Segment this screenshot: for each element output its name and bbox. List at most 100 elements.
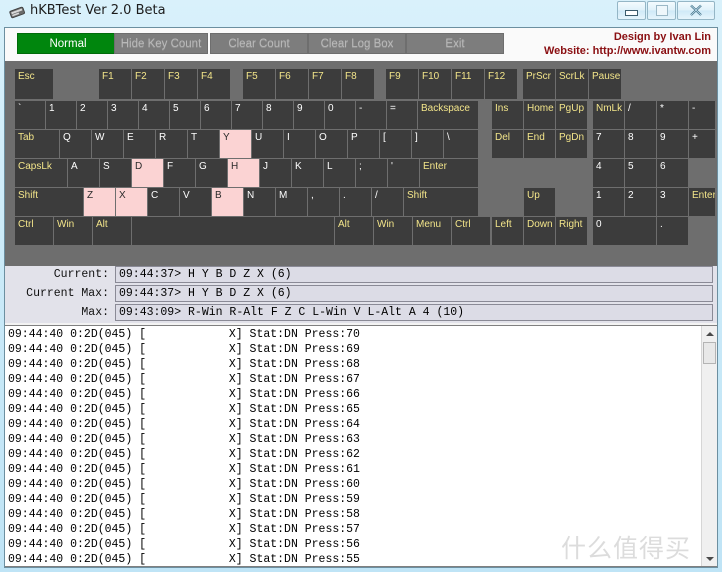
key-k[interactable]: K	[292, 159, 323, 187]
key-z[interactable]: Z	[84, 188, 115, 216]
key-win[interactable]: Win	[374, 217, 412, 245]
key-key[interactable]: ,	[308, 188, 339, 216]
key-4[interactable]: 4	[139, 101, 169, 129]
key-j[interactable]: J	[260, 159, 291, 187]
key-8[interactable]: 8	[263, 101, 293, 129]
key-c[interactable]: C	[148, 188, 179, 216]
key-l[interactable]: L	[324, 159, 355, 187]
key-0[interactable]: 0	[325, 101, 355, 129]
key-f8[interactable]: F8	[342, 69, 374, 99]
log-box[interactable]: 09:44:40 0:2D(045) [ X] Stat:DN Press:70…	[5, 325, 717, 567]
key-f2[interactable]: F2	[132, 69, 164, 99]
key-f[interactable]: F	[164, 159, 195, 187]
key-d[interactable]: D	[132, 159, 163, 187]
key-key[interactable]: [	[380, 130, 411, 158]
key-pause[interactable]: Pause	[589, 69, 621, 99]
hide-key-count-button[interactable]: Hide Key Count	[114, 33, 208, 54]
key-6[interactable]: 6	[201, 101, 231, 129]
key-9[interactable]: 9	[294, 101, 324, 129]
key-i[interactable]: I	[284, 130, 315, 158]
key-f4[interactable]: F4	[198, 69, 230, 99]
key-4[interactable]: 4	[593, 159, 624, 187]
key-f10[interactable]: F10	[419, 69, 451, 99]
key-key[interactable]: /	[625, 101, 656, 129]
key-key[interactable]: ;	[356, 159, 387, 187]
key-key[interactable]: ]	[412, 130, 443, 158]
key-del[interactable]: Del	[492, 130, 523, 158]
key-prscr[interactable]: PrScr	[523, 69, 555, 99]
key-7[interactable]: 7	[232, 101, 262, 129]
key-key[interactable]: \	[444, 130, 478, 158]
key-win[interactable]: Win	[54, 217, 92, 245]
key-key[interactable]: +	[689, 130, 715, 158]
key-left[interactable]: Left	[492, 217, 523, 245]
key-b[interactable]: B	[212, 188, 243, 216]
key-end[interactable]: End	[524, 130, 555, 158]
key-key[interactable]: /	[372, 188, 403, 216]
key-q[interactable]: Q	[60, 130, 91, 158]
key-s[interactable]: S	[100, 159, 131, 187]
key-f1[interactable]: F1	[99, 69, 131, 99]
scroll-down-icon[interactable]	[702, 551, 717, 566]
key-n[interactable]: N	[244, 188, 275, 216]
key-key[interactable]: `	[15, 101, 45, 129]
key-e[interactable]: E	[124, 130, 155, 158]
key-y[interactable]: Y	[220, 130, 251, 158]
key-a[interactable]: A	[68, 159, 99, 187]
key-f6[interactable]: F6	[276, 69, 308, 99]
key-f3[interactable]: F3	[165, 69, 197, 99]
key-1[interactable]: 1	[46, 101, 76, 129]
key-key[interactable]: -	[356, 101, 386, 129]
clear-log-box-button[interactable]: Clear Log Box	[308, 33, 406, 54]
key-6[interactable]: 6	[657, 159, 688, 187]
key-w[interactable]: W	[92, 130, 123, 158]
key-shift[interactable]: Shift	[404, 188, 478, 216]
key-menu[interactable]: Menu	[413, 217, 451, 245]
close-button[interactable]	[677, 1, 715, 20]
minimize-button[interactable]	[617, 1, 646, 20]
key-t[interactable]: T	[188, 130, 219, 158]
key-backspace[interactable]: Backspace	[418, 101, 478, 129]
key-home[interactable]: Home	[524, 101, 555, 129]
normal-mode-button[interactable]: Normal	[17, 33, 119, 54]
key-p[interactable]: P	[348, 130, 379, 158]
key-f12[interactable]: F12	[485, 69, 517, 99]
key-u[interactable]: U	[252, 130, 283, 158]
key-key[interactable]: =	[387, 101, 417, 129]
key-f11[interactable]: F11	[452, 69, 484, 99]
key-f7[interactable]: F7	[309, 69, 341, 99]
maximize-button[interactable]	[647, 1, 676, 20]
key-pgup[interactable]: PgUp	[556, 101, 587, 129]
website-line[interactable]: Website: http://www.ivantw.com	[544, 44, 711, 58]
key-m[interactable]: M	[276, 188, 307, 216]
key-esc[interactable]: Esc	[15, 69, 53, 99]
key-key[interactable]: -	[689, 101, 715, 129]
key-up[interactable]: Up	[524, 188, 555, 216]
scroll-up-icon[interactable]	[702, 326, 717, 341]
key-f5[interactable]: F5	[243, 69, 275, 99]
key-enter[interactable]: Enter	[420, 159, 478, 187]
key-key[interactable]: .	[657, 217, 688, 245]
key-key[interactable]: *	[657, 101, 688, 129]
key-ctrl[interactable]: Ctrl	[15, 217, 53, 245]
key-key[interactable]: .	[340, 188, 371, 216]
key-ins[interactable]: Ins	[492, 101, 523, 129]
key-alt[interactable]: Alt	[93, 217, 131, 245]
key-capslk[interactable]: CapsLk	[15, 159, 67, 187]
key-tab[interactable]: Tab	[15, 130, 59, 158]
clear-count-button[interactable]: Clear Count	[210, 33, 308, 54]
key-scrlk[interactable]: ScrLk	[556, 69, 588, 99]
key-ctrl[interactable]: Ctrl	[452, 217, 490, 245]
title-bar[interactable]: hKBTest Ver 2.0 Beta	[0, 0, 722, 26]
key-7[interactable]: 7	[593, 130, 624, 158]
key-pgdn[interactable]: PgDn	[556, 130, 587, 158]
key-g[interactable]: G	[196, 159, 227, 187]
key-r[interactable]: R	[156, 130, 187, 158]
key-nmlk[interactable]: NmLk	[593, 101, 624, 129]
key-key[interactable]: '	[388, 159, 419, 187]
key-3[interactable]: 3	[657, 188, 688, 216]
key-5[interactable]: 5	[625, 159, 656, 187]
key-v[interactable]: V	[180, 188, 211, 216]
key-down[interactable]: Down	[524, 217, 555, 245]
key-o[interactable]: O	[316, 130, 347, 158]
